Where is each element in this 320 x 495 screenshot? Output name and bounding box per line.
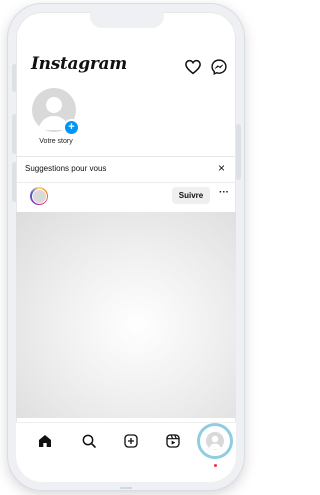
divider bbox=[16, 182, 236, 183]
search-icon[interactable] bbox=[81, 433, 97, 449]
profile-icon bbox=[206, 432, 224, 450]
stories-tray: + Votre story bbox=[16, 88, 236, 154]
close-icon[interactable]: × bbox=[218, 161, 225, 175]
heart-icon[interactable] bbox=[184, 58, 202, 76]
profile-tab[interactable] bbox=[197, 423, 233, 459]
instagram-logo: Instagram bbox=[31, 54, 127, 74]
notification-dot bbox=[214, 464, 217, 467]
more-options-icon[interactable]: ··· bbox=[219, 187, 229, 198]
reels-icon[interactable] bbox=[165, 433, 181, 449]
power-button bbox=[236, 124, 241, 180]
avatar-placeholder bbox=[31, 188, 47, 204]
top-bar: Instagram bbox=[16, 52, 236, 82]
add-post-icon[interactable] bbox=[123, 433, 139, 449]
default-avatar-icon bbox=[208, 435, 222, 450]
follow-button[interactable]: Suivre bbox=[172, 187, 210, 204]
bottom-navigation bbox=[16, 422, 236, 482]
post-image[interactable] bbox=[16, 212, 236, 418]
notch bbox=[90, 12, 164, 28]
home-icon[interactable] bbox=[37, 433, 53, 449]
home-indicator bbox=[120, 487, 132, 489]
divider bbox=[16, 156, 236, 157]
messenger-icon[interactable] bbox=[210, 58, 228, 76]
suggestions-title: Suggestions pour vous bbox=[25, 164, 107, 173]
suggestions-header: Suggestions pour vous × bbox=[16, 158, 236, 180]
suggested-account-avatar[interactable] bbox=[30, 187, 48, 205]
suggested-post-header: Suivre ··· bbox=[16, 185, 236, 213]
app-screen: Instagram + Votre story Suggestions pour… bbox=[16, 12, 236, 482]
own-story-label: Votre story bbox=[39, 138, 73, 145]
add-story-icon[interactable]: + bbox=[63, 119, 80, 136]
